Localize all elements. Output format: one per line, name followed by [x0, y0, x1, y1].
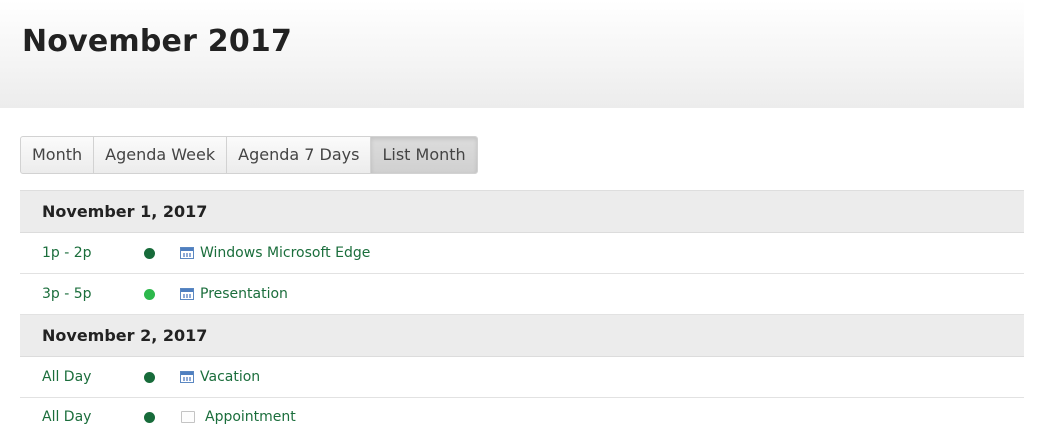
tab-list-month[interactable]: List Month: [371, 137, 477, 173]
calendar-icon: [180, 288, 194, 300]
event-time: All Day: [42, 369, 92, 385]
event-title[interactable]: Appointment: [205, 409, 296, 425]
event-title[interactable]: Windows Microsoft Edge: [200, 245, 370, 261]
event-time: 3p - 5p: [42, 286, 92, 302]
event-row[interactable]: 1p - 2p Windows Microsoft Edge: [20, 233, 1024, 274]
day-header: November 2, 2017: [20, 315, 1024, 357]
event-time: All Day: [42, 409, 92, 425]
calendar-icon: [180, 247, 194, 259]
event-list: November 1, 2017 1p - 2p Windows Microso…: [20, 190, 1024, 436]
calendar-title: November 2017: [22, 24, 293, 59]
calendar-icon: [180, 371, 194, 383]
event-row[interactable]: All Day Appointment: [20, 398, 1024, 436]
calendar-page: November 2017 Month Agenda Week Agenda 7…: [0, 0, 1044, 448]
event-color-dot: [144, 411, 155, 423]
event-row[interactable]: All Day Vacation: [20, 357, 1024, 398]
calendar-header: November 2017: [0, 0, 1024, 108]
event-title[interactable]: Vacation: [200, 369, 260, 385]
event-color-dot: [144, 247, 155, 259]
checkbox-icon: [181, 411, 195, 423]
event-color-dot: [144, 288, 155, 300]
event-time: 1p - 2p: [42, 245, 92, 261]
event-title[interactable]: Presentation: [200, 286, 288, 302]
tab-agenda-week[interactable]: Agenda Week: [94, 137, 228, 173]
day-header: November 1, 2017: [20, 191, 1024, 233]
tab-agenda-7-days[interactable]: Agenda 7 Days: [227, 137, 372, 173]
view-switcher: Month Agenda Week Agenda 7 Days List Mon…: [20, 136, 478, 174]
tab-month[interactable]: Month: [21, 137, 95, 173]
event-color-dot: [144, 371, 155, 383]
event-row[interactable]: 3p - 5p Presentation: [20, 274, 1024, 315]
